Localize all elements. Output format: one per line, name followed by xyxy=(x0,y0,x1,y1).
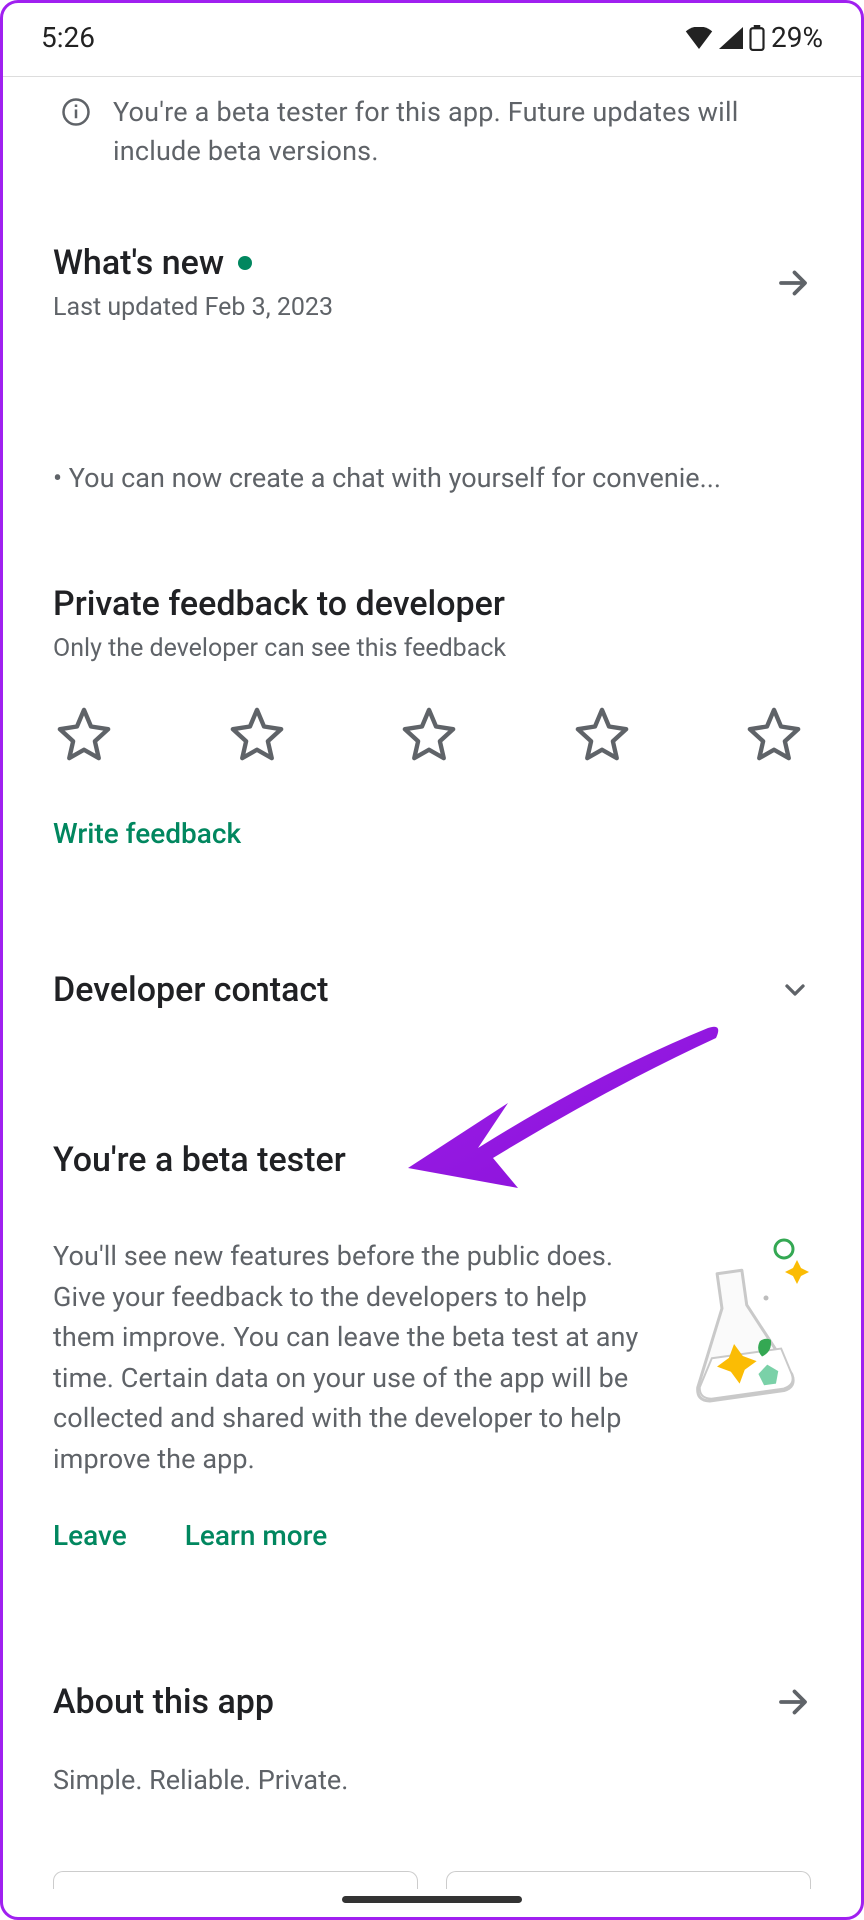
signal-icon xyxy=(719,27,743,49)
arrow-right-icon[interactable] xyxy=(775,265,811,301)
feedback-section: Private feedback to developer Only the d… xyxy=(53,584,811,850)
status-bar: 5:26 29% xyxy=(3,3,861,66)
beta-notice-text: You're a beta tester for this app. Futur… xyxy=(113,93,811,171)
feedback-subtitle: Only the developer can see this feedback xyxy=(53,634,811,663)
beta-tester-description: You'll see new features before the publi… xyxy=(53,1236,643,1479)
star-4[interactable] xyxy=(573,705,631,763)
beta-tester-section: You're a beta tester You'll see new feat… xyxy=(53,1140,811,1552)
chevron-down-icon[interactable] xyxy=(779,974,811,1006)
developer-contact-title: Developer contact xyxy=(53,970,329,1010)
changelog-text: • You can now create a chat with yoursel… xyxy=(53,462,811,494)
status-time: 5:26 xyxy=(41,21,95,54)
bottom-buttons xyxy=(53,1871,811,1889)
new-indicator-dot xyxy=(238,256,252,270)
about-section[interactable]: About this app xyxy=(53,1682,811,1722)
whats-new-updated: Last updated Feb 3, 2023 xyxy=(53,293,333,322)
star-3[interactable] xyxy=(400,705,458,763)
star-5[interactable] xyxy=(745,705,803,763)
beta-tester-title: You're a beta tester xyxy=(53,1140,811,1180)
about-description: Simple. Reliable. Private. xyxy=(53,1764,811,1796)
whats-new-section[interactable]: What's new Last updated Feb 3, 2023 • Yo… xyxy=(53,243,811,494)
feedback-title: Private feedback to developer xyxy=(53,584,811,624)
developer-contact-row[interactable]: Developer contact xyxy=(53,970,811,1010)
write-feedback-link[interactable]: Write feedback xyxy=(53,817,241,850)
beta-notice: You're a beta tester for this app. Futur… xyxy=(53,77,811,171)
status-icons: 29% xyxy=(685,21,823,54)
about-title: About this app xyxy=(53,1682,274,1722)
leave-beta-link[interactable]: Leave xyxy=(53,1519,127,1552)
info-icon xyxy=(61,97,91,127)
star-1[interactable] xyxy=(55,705,113,763)
outline-button-right[interactable] xyxy=(446,1871,811,1889)
star-2[interactable] xyxy=(228,705,286,763)
whats-new-title: What's new xyxy=(53,243,333,283)
arrow-right-icon[interactable] xyxy=(775,1684,811,1720)
about-section-wrap: About this app Simple. Reliable. Private… xyxy=(53,1682,811,1796)
battery-percent: 29% xyxy=(771,21,823,54)
battery-icon xyxy=(749,25,765,51)
nav-home-pill[interactable] xyxy=(342,1896,522,1903)
outline-button-left[interactable] xyxy=(53,1871,418,1889)
rating-stars xyxy=(53,705,811,763)
wifi-icon xyxy=(685,27,713,49)
beaker-icon xyxy=(671,1236,811,1410)
learn-more-link[interactable]: Learn more xyxy=(185,1519,328,1552)
